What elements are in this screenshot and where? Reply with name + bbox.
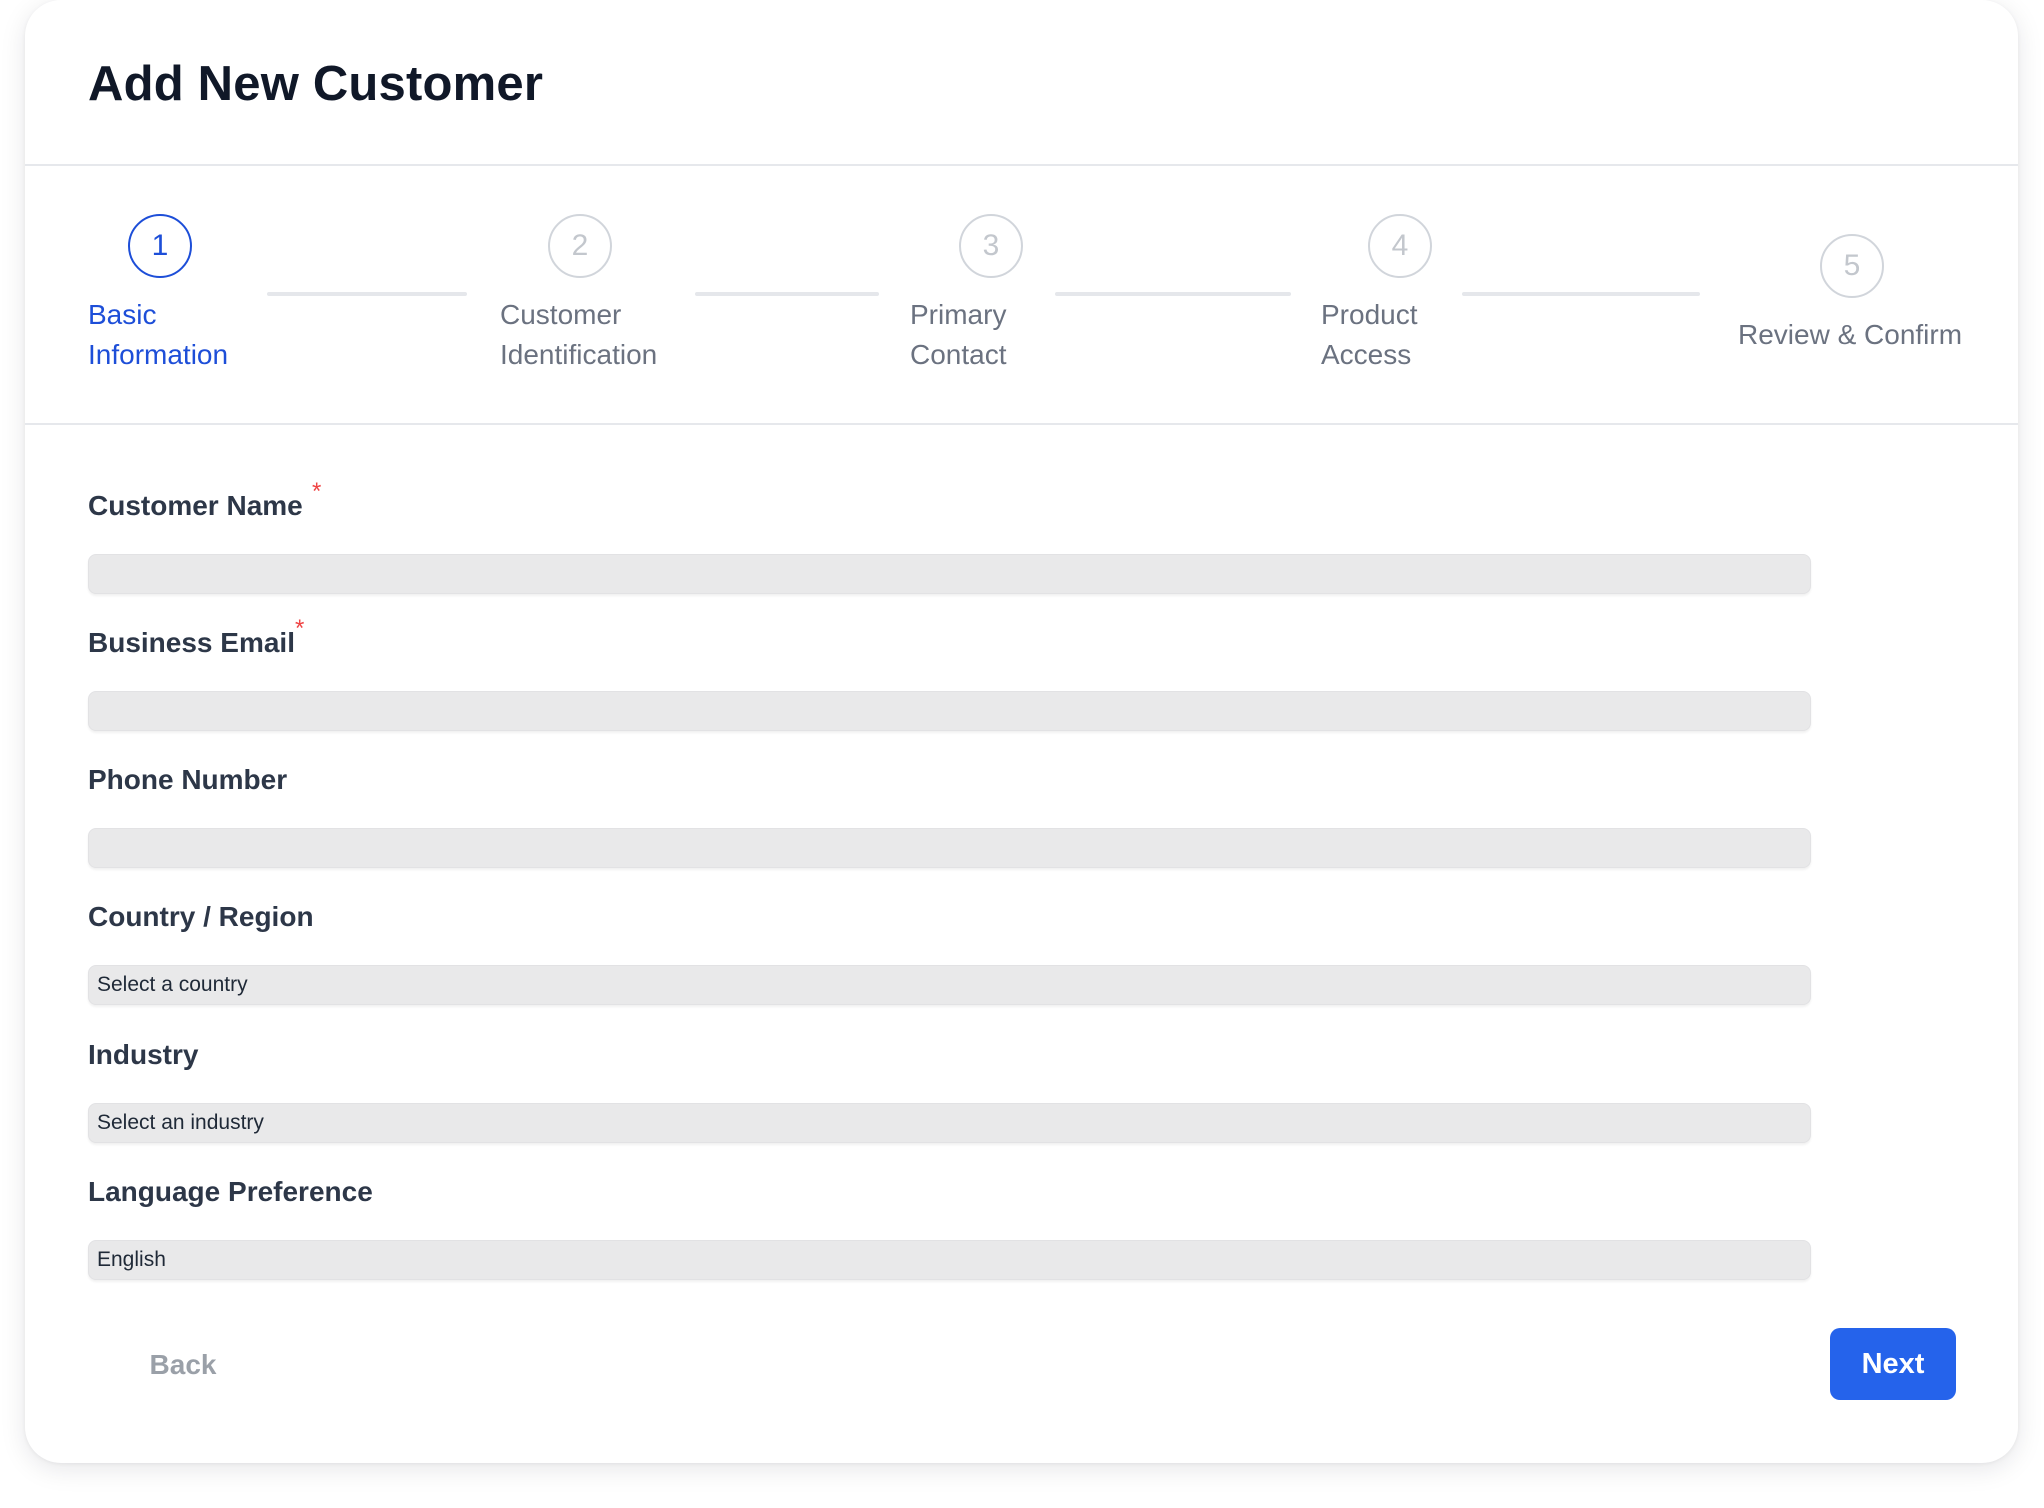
step-customer-identification[interactable]: 2 Customer Identification <box>465 166 725 370</box>
country-region-label: Country / Region <box>88 901 314 932</box>
industry-select-value: Select an industry <box>97 1111 264 1134</box>
customer-name-input[interactable] <box>88 554 1811 594</box>
step-label: Customer Identification <box>500 295 657 375</box>
step-connector <box>1055 292 1291 296</box>
step-label-line: Information <box>88 339 229 370</box>
step-number-circle: 4 <box>1368 214 1432 278</box>
step-connector <box>267 292 467 296</box>
industry-select[interactable]: Select an industry <box>88 1103 1811 1143</box>
step-number-circle: 3 <box>959 214 1023 278</box>
step-connector <box>1462 292 1700 296</box>
step-label: Basic Information <box>88 295 228 375</box>
step-label-line: Access <box>1321 339 1412 370</box>
step-label-line: Contact <box>910 339 1007 370</box>
progress-stepper: 1 Basic Information 2 Customer Identific… <box>25 166 2018 425</box>
step-label: Primary Contact <box>910 295 1007 375</box>
step-connector <box>695 292 879 296</box>
required-indicator: * <box>295 615 305 642</box>
step-product-access[interactable]: 4 Product Access <box>1295 166 1495 370</box>
phone-number-label: Phone Number <box>88 764 288 795</box>
page-title: Add New Customer <box>88 57 544 111</box>
step-label-line: Primary <box>910 299 1007 330</box>
language-select[interactable]: English <box>88 1240 1811 1280</box>
language-select-value: English <box>97 1248 166 1271</box>
phone-number-input[interactable] <box>88 828 1811 868</box>
add-customer-card: Add New Customer 1 Basic Information 2 C… <box>25 0 2018 1463</box>
step-review-confirm[interactable]: 5 Review & Confirm <box>1705 166 2005 366</box>
country-select-value: Select a country <box>97 973 248 996</box>
country-select[interactable]: Select a country <box>88 965 1811 1005</box>
next-button[interactable]: Next <box>1830 1328 1956 1400</box>
back-button[interactable]: Back <box>118 1330 248 1400</box>
step-label-line: Product <box>1321 299 1418 330</box>
step-label: Product Access <box>1321 295 1418 375</box>
step-basic-information[interactable]: 1 Basic Information <box>25 166 325 370</box>
industry-label: Industry <box>88 1039 199 1070</box>
step-label-line: Review & Confirm <box>1738 319 1963 350</box>
business-email-label: Business Email <box>88 627 295 658</box>
required-indicator: * <box>312 478 322 505</box>
business-email-input[interactable] <box>88 691 1811 731</box>
step-primary-contact[interactable]: 3 Primary Contact <box>885 166 1085 370</box>
step-label: Review & Confirm <box>1738 315 1962 355</box>
step-label-line: Identification <box>500 339 658 370</box>
step-number-circle: 5 <box>1820 234 1884 298</box>
step-number-circle: 2 <box>548 214 612 278</box>
card-header: Add New Customer <box>25 0 2018 166</box>
language-preference-label: Language Preference <box>88 1176 373 1207</box>
step-label-line: Customer <box>500 299 622 330</box>
customer-name-label: Customer Name <box>88 490 303 521</box>
step-number-circle: 1 <box>128 214 192 278</box>
step-label-line: Basic <box>88 299 157 330</box>
